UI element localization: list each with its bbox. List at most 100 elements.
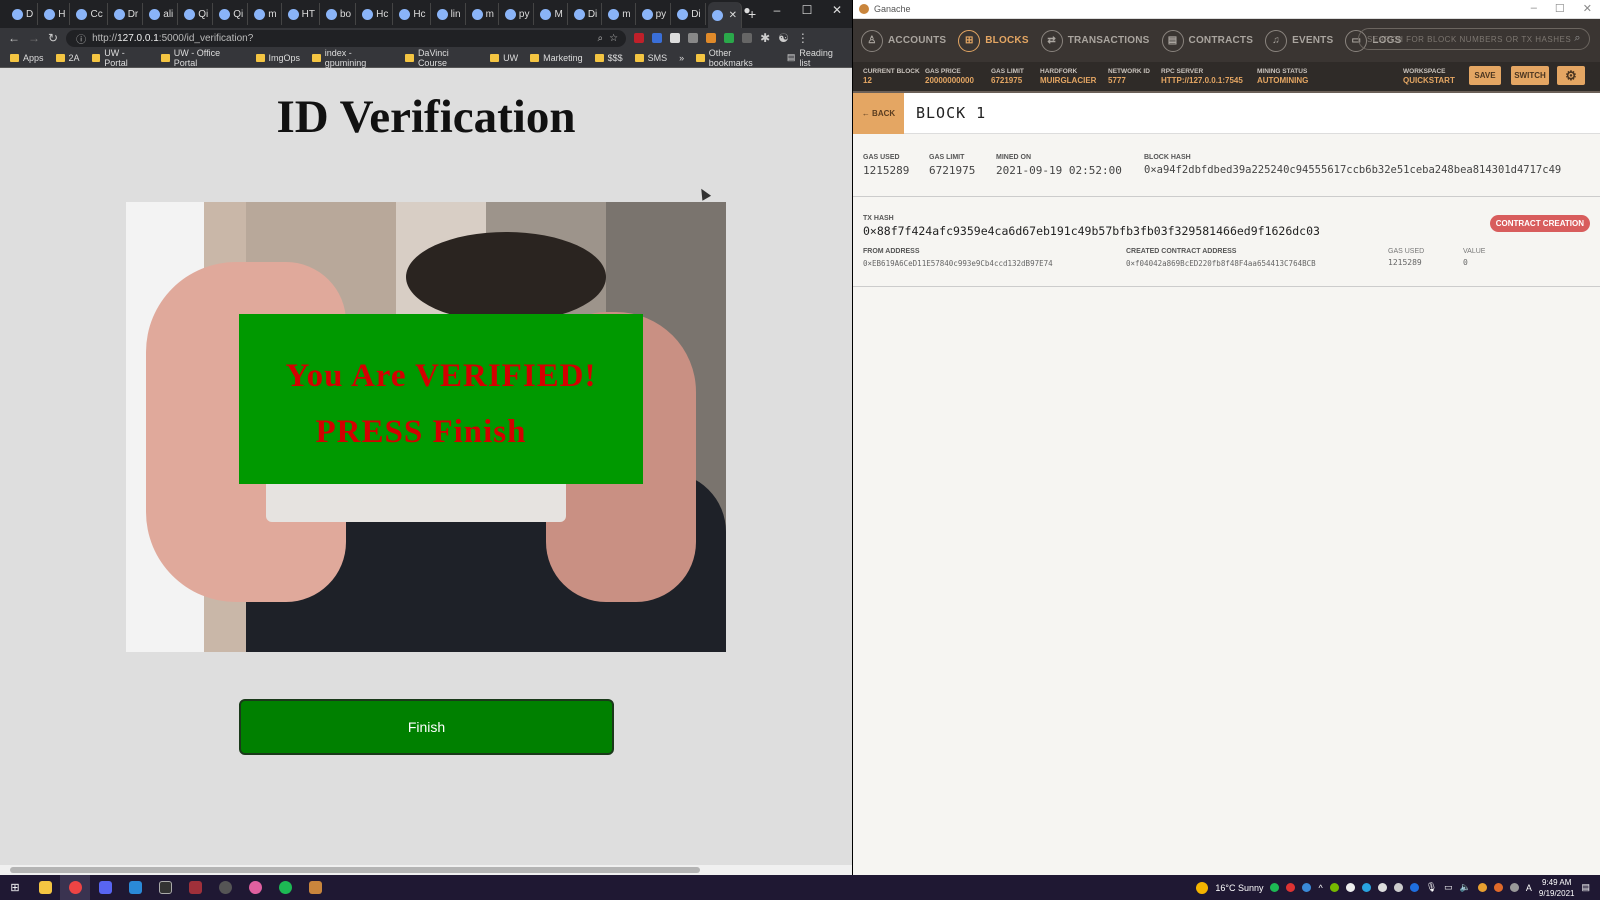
reload-icon[interactable]: ↻: [48, 31, 58, 45]
bookmark-item[interactable]: UW: [490, 53, 518, 63]
bitwarden-icon[interactable]: [652, 33, 663, 43]
search-tray-icon[interactable]: [1493, 883, 1503, 892]
tray-icon[interactable]: [1477, 883, 1487, 892]
extension-icon[interactable]: [688, 33, 699, 43]
ganache-icon[interactable]: [300, 875, 330, 900]
minimize-button[interactable]: –: [1531, 2, 1537, 15]
nav-blocks[interactable]: ⊞ BLOCKS: [958, 29, 1028, 52]
forward-icon[interactable]: →: [28, 31, 40, 45]
browser-tab[interactable]: Qi: [215, 3, 249, 25]
language-indicator[interactable]: A: [1526, 883, 1532, 893]
browser-tab[interactable]: py: [501, 3, 535, 25]
weather-text[interactable]: 16°C Sunny: [1215, 883, 1263, 893]
finish-button[interactable]: Finish: [239, 699, 614, 755]
browser-tab[interactable]: m: [250, 3, 282, 25]
zoom-icon[interactable]: ⌕: [597, 33, 603, 44]
extension-icon[interactable]: [706, 33, 717, 43]
terminal-icon[interactable]: [150, 875, 180, 900]
extension-icon[interactable]: [634, 33, 645, 43]
browser-tab[interactable]: py: [638, 3, 672, 25]
menu-icon[interactable]: ⋮: [797, 31, 809, 45]
more-bookmarks-button[interactable]: »: [679, 53, 684, 63]
star-icon[interactable]: ☆: [609, 33, 618, 44]
browser-tab[interactable]: m: [604, 3, 636, 25]
maximize-button[interactable]: ☐: [1555, 2, 1565, 15]
bookmark-item[interactable]: UW - Office Portal: [161, 48, 243, 68]
close-button[interactable]: ✕: [822, 0, 852, 20]
puzzle-icon[interactable]: ✱: [760, 31, 770, 45]
scrollbar-thumb[interactable]: [10, 867, 700, 873]
nvidia-icon[interactable]: [1329, 883, 1339, 892]
extension-icon[interactable]: [670, 33, 681, 43]
address-bar[interactable]: ⓘ http://127.0.0.1:5000/id_verification?…: [66, 29, 627, 47]
bookmark-item[interactable]: Marketing: [530, 53, 583, 63]
save-button[interactable]: SAVE: [1469, 66, 1501, 85]
cloud-icon[interactable]: [1377, 883, 1387, 892]
minimize-button[interactable]: –: [762, 0, 792, 20]
search-icon[interactable]: ⌕: [1574, 32, 1581, 45]
tray-icon[interactable]: [1393, 883, 1403, 892]
browser-tab[interactable]: Cc: [72, 3, 108, 25]
app-icon[interactable]: [180, 875, 210, 900]
bookmark-item[interactable]: $$$: [594, 53, 623, 63]
horizontal-scrollbar[interactable]: [0, 865, 852, 875]
keyboard-icon[interactable]: [1509, 883, 1519, 892]
browser-tab[interactable]: Di: [673, 3, 706, 25]
chevron-up-icon[interactable]: ^: [1318, 883, 1322, 893]
bookmark-item[interactable]: SMS: [634, 53, 667, 63]
maximize-button[interactable]: ☐: [792, 0, 822, 20]
back-button[interactable]: ← BACK: [853, 93, 904, 134]
app-icon[interactable]: [240, 875, 270, 900]
bookmark-item[interactable]: UW - Portal: [91, 48, 150, 68]
close-button[interactable]: ✕: [1583, 2, 1592, 15]
notifications-icon[interactable]: ▤: [1581, 882, 1590, 893]
bookmark-item[interactable]: 2A: [55, 53, 80, 63]
profile-avatar[interactable]: ☯: [778, 31, 789, 45]
chrome-icon[interactable]: [60, 875, 90, 900]
bookmark-item[interactable]: index - gpumining: [312, 48, 393, 68]
profile-icon[interactable]: ●: [732, 0, 762, 20]
bookmark-item[interactable]: ImgOps: [255, 53, 300, 63]
browser-tab[interactable]: Hc: [395, 3, 431, 25]
start-button[interactable]: ⊞: [0, 875, 30, 900]
spotify-tray-icon[interactable]: [1270, 883, 1280, 892]
bookmark-item[interactable]: DaVinci Course: [405, 48, 478, 68]
browser-tab[interactable]: m: [468, 3, 499, 25]
bluetooth-icon[interactable]: [1409, 883, 1419, 892]
tray-icon[interactable]: [1345, 883, 1355, 892]
microphone-icon[interactable]: 🎙: [1426, 882, 1437, 893]
back-icon[interactable]: ←: [8, 31, 20, 45]
tray-icon[interactable]: [1286, 883, 1296, 892]
browser-tab[interactable]: bo: [322, 3, 357, 25]
bookmark-item[interactable]: Apps: [10, 53, 44, 63]
browser-tab[interactable]: Hc: [358, 3, 394, 25]
nav-contracts[interactable]: ▤ CONTRACTS: [1161, 29, 1254, 52]
tray-icon[interactable]: [1302, 883, 1312, 892]
browser-tab[interactable]: Di: [570, 3, 603, 25]
browser-tab[interactable]: lin: [433, 3, 466, 25]
search-input[interactable]: SEARCH FOR BLOCK NUMBERS OR TX HASHES ⌕: [1358, 28, 1590, 50]
transaction-item[interactable]: TX HASH 0×88f7f424afc9359e4ca6d67eb191c4…: [853, 197, 1600, 287]
nav-accounts[interactable]: ♙ ACCOUNTS: [861, 29, 946, 52]
extension-icon[interactable]: [724, 33, 735, 43]
clock[interactable]: 9:49 AM 9/19/2021: [1539, 877, 1575, 899]
volume-icon[interactable]: 🔈: [1460, 882, 1471, 893]
vscode-icon[interactable]: [120, 875, 150, 900]
network-icon[interactable]: ▭: [1444, 882, 1453, 893]
spotify-icon[interactable]: [270, 875, 300, 900]
browser-tab[interactable]: HT: [284, 3, 320, 25]
settings-gear-icon[interactable]: ⚙: [1557, 66, 1585, 85]
browser-tab[interactable]: H: [40, 3, 71, 25]
file-explorer-icon[interactable]: [30, 875, 60, 900]
discord-icon[interactable]: [90, 875, 120, 900]
browser-tab[interactable]: ali: [145, 3, 179, 25]
other-bookmarks[interactable]: Other bookmarks: [696, 48, 775, 68]
switch-button[interactable]: SWITCH: [1511, 66, 1549, 85]
extension-icon[interactable]: [742, 33, 753, 43]
app-icon[interactable]: [210, 875, 240, 900]
onedrive-icon[interactable]: [1361, 883, 1371, 892]
reading-list[interactable]: ▤ Reading list: [787, 48, 844, 68]
browser-tab[interactable]: Dr: [110, 3, 144, 25]
browser-tab[interactable]: M: [536, 3, 568, 25]
nav-transactions[interactable]: ⇄ TRANSACTIONS: [1040, 29, 1150, 52]
